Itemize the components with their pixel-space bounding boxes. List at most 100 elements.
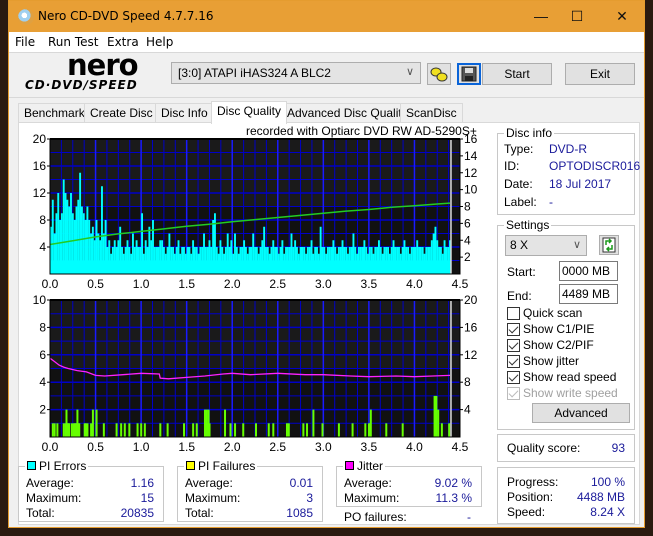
pif-bar <box>192 423 195 437</box>
pie-chart-x-tick: 0.0 <box>42 277 59 291</box>
pie-chart-x-tick: 4.0 <box>406 277 423 291</box>
pif-bar <box>102 423 105 437</box>
pie-chart-y2-tick: 6 <box>464 216 471 230</box>
pie-chart-x-tick: 3.5 <box>361 277 378 291</box>
pie-chart-x-tick: 2.5 <box>269 277 286 291</box>
pif-bar <box>435 395 438 437</box>
pif-bar <box>91 409 94 437</box>
pif-bar <box>143 423 146 437</box>
quality-score-group: Quality score: 93 <box>497 434 635 462</box>
pi-errors-swatch <box>27 461 36 470</box>
jitter-average-label: Average: <box>344 476 392 490</box>
checkbox-label: Quick scan <box>523 306 583 320</box>
jitter-maximum-value: 11.3 % <box>435 491 472 505</box>
pie-chart-x-tick: 4.5 <box>452 277 469 291</box>
checkbox-show-jitter[interactable] <box>507 355 520 368</box>
pif-chart-x-tick: 3.0 <box>315 440 332 454</box>
start-label: Start: <box>507 265 536 279</box>
checkbox-show-read-speed[interactable] <box>507 371 520 384</box>
pif-bar <box>385 423 388 437</box>
settings-group: Settings 8 X ∨ Start: 0000 MB End: 4489 … <box>497 218 635 430</box>
pie-chart-y-tick: 16 <box>33 159 47 173</box>
pif-bar <box>183 423 186 437</box>
advanced-button[interactable]: Advanced <box>532 403 630 423</box>
pif-bar <box>136 423 139 437</box>
pif-bar <box>440 423 443 437</box>
disc-type-value: DVD-R <box>549 142 587 156</box>
pie-maximum-label: Maximum: <box>26 491 82 505</box>
speed-select-value: 8 X <box>510 238 529 252</box>
pi-errors-group: PI Errors Average: 1.16 Maximum: 15 Tota… <box>18 459 164 522</box>
settings-title: Settings <box>504 218 552 232</box>
pif-bar <box>267 423 270 437</box>
checkbox-show-c1-pie[interactable] <box>507 323 520 336</box>
pif-bar <box>195 423 198 437</box>
speed-select[interactable]: 8 X ∨ <box>505 235 587 256</box>
checkbox-quick-scan[interactable] <box>507 307 520 320</box>
pif-chart-x-tick: 1.0 <box>133 440 150 454</box>
pif-bar <box>70 423 73 437</box>
pif-chart-y2-tick: 8 <box>464 375 471 389</box>
pie-average-label: Average: <box>26 476 74 490</box>
disc-id-label: ID: <box>504 159 520 173</box>
pie-chart-x-tick: 0.5 <box>87 277 104 291</box>
pif-bar <box>56 423 59 437</box>
pif-bar <box>159 423 162 437</box>
refresh-button[interactable] <box>599 235 619 255</box>
pie-chart-y-tick: 12 <box>33 186 47 200</box>
pie-chart-y2-tick: 16 <box>464 132 478 146</box>
jitter-title: Jitter <box>343 459 386 473</box>
checkbox-label: Show C1/PIE <box>523 322 595 336</box>
pif-bar <box>208 423 211 437</box>
quality-score-label: Quality score: <box>507 441 581 455</box>
checkbox-label: Show write speed <box>523 386 618 400</box>
pif-chart-y-tick: 6 <box>39 348 46 362</box>
pif-chart-x-tick: 4.0 <box>406 440 423 454</box>
pi-failures-title: PI Failures <box>184 459 258 473</box>
checkbox-show-c2-pif[interactable] <box>507 339 520 352</box>
pie-chart-y2-tick: 12 <box>464 166 478 180</box>
pie-chart-x-tick: 1.5 <box>178 277 195 291</box>
pif-chart-x-tick: 2.5 <box>269 440 286 454</box>
speed-value: 8.24 X <box>590 505 625 519</box>
quality-score-value: 93 <box>611 441 625 455</box>
pif-bar <box>302 423 305 437</box>
pif-bar <box>123 423 126 437</box>
pif-bar <box>312 409 315 437</box>
disc-date-label: Date: <box>504 177 533 191</box>
pif-chart-y2-tick: 12 <box>464 348 478 362</box>
pif-bar <box>242 423 245 437</box>
pif-bar <box>68 423 71 437</box>
progress-label: Progress: <box>507 475 559 489</box>
pif-maximum-label: Maximum: <box>185 491 241 505</box>
pif-chart-y2-tick: 20 <box>464 293 478 307</box>
pif-bar <box>140 423 143 437</box>
pif-bar <box>306 423 309 437</box>
jitter-average-value: 9.02 % <box>434 476 472 490</box>
disc-type-label: Type: <box>504 142 534 156</box>
pif-chart-x-tick: 4.5 <box>452 440 469 454</box>
end-label: End: <box>507 289 532 303</box>
pie-chart-y2-tick: 8 <box>464 200 471 214</box>
pif-chart-y-tick: 8 <box>39 320 46 334</box>
pif-bar <box>84 423 87 437</box>
pi-failures-swatch <box>186 461 195 470</box>
disc-date-value: 18 Jul 2017 <box>549 177 612 191</box>
pif-chart-x-tick: 1.5 <box>178 440 195 454</box>
end-input[interactable]: 4489 MB <box>559 284 618 304</box>
pif-bar <box>234 423 237 437</box>
pie-chart-y2-tick: 2 <box>464 250 471 264</box>
jitter-swatch <box>345 461 354 470</box>
pif-bar <box>115 423 118 437</box>
pie-chart-y-tick: 20 <box>33 132 47 146</box>
pif-bar <box>351 423 354 437</box>
tab-disc-quality[interactable]: Disc Quality <box>211 101 288 124</box>
checkbox-label: Show C2/PIF <box>523 338 594 352</box>
start-input[interactable]: 0000 MB <box>559 261 618 281</box>
disc-id-value: OPTODISCR016 <box>549 159 641 173</box>
pif-bar <box>437 409 440 437</box>
pif-bar <box>51 423 54 437</box>
pif-bar <box>128 423 131 437</box>
pif-bar <box>62 423 65 437</box>
disc-info-title: Disc info <box>504 126 555 140</box>
